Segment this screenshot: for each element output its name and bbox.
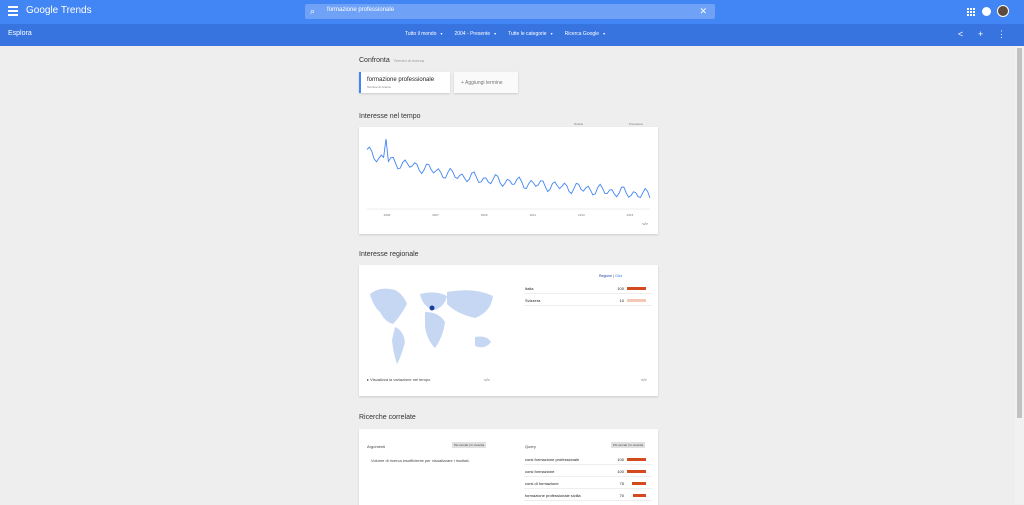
menu-icon[interactable]	[8, 6, 18, 18]
scrollbar-thumb[interactable]	[1017, 48, 1022, 418]
x-tick-label: 2013	[578, 213, 585, 217]
apps-grid-icon[interactable]	[967, 8, 975, 16]
time-variation-link[interactable]: ▸ Visualizza la variazione nel tempo	[367, 377, 437, 383]
notification-icon[interactable]	[982, 7, 991, 16]
share-icon[interactable]: <	[958, 29, 963, 39]
embed-icon[interactable]: </>	[641, 377, 647, 382]
compare-hint: Termini di ricerca	[393, 58, 424, 63]
interest-time-card: Notizie Previsione 2006 2007 2009 2011 2013 2…	[359, 122, 658, 234]
x-tick-label: 2015	[627, 213, 634, 217]
legend-forecast[interactable]: Previsione	[629, 122, 643, 126]
interest-line-chart: 2006 2007 2009 2011 2013 2015	[366, 138, 651, 217]
x-tick-label: 2009	[481, 213, 488, 217]
queries-header: Query	[525, 444, 536, 449]
close-icon[interactable]: ✕	[699, 6, 707, 17]
scrollbar[interactable]	[1015, 46, 1024, 504]
legend-news[interactable]: Notizie	[574, 122, 583, 126]
region-row[interactable]: Svizzera 10	[524, 296, 652, 306]
interest-time-title: Interesse nel tempo	[359, 113, 421, 120]
compare-title: Confronta Termini di ricerca	[359, 57, 424, 64]
more-vert-icon[interactable]: ⋮	[997, 29, 1006, 40]
embed-icon[interactable]: </>	[642, 221, 648, 226]
toggle-city[interactable]: Città	[615, 274, 622, 278]
world-map[interactable]	[365, 282, 500, 372]
search-box[interactable]: ⌕ formazione professionale ✕	[305, 4, 715, 19]
avatar[interactable]	[997, 5, 1009, 17]
top-app-bar: Google Trends ⌕ formazione professionale…	[0, 0, 1024, 24]
series-line	[366, 138, 651, 199]
topics-toggle[interactable]: Più cercati | In crescita	[452, 442, 487, 448]
page-title: Esplora	[8, 30, 32, 37]
add-term-button[interactable]: + Aggiungi termine	[454, 72, 518, 93]
search-icon: ⌕	[310, 6, 316, 16]
related-title: Ricerche correlate	[359, 414, 416, 421]
x-tick-label: 2011	[530, 213, 537, 217]
filter-source[interactable]: Ricerca Google ▾	[565, 31, 605, 37]
embed-icon[interactable]: </>	[484, 377, 490, 382]
query-row[interactable]: corsi formazione 100	[524, 467, 652, 477]
filter-category[interactable]: Tutte le categorie ▾	[508, 31, 552, 37]
term-type: Termine di ricerca	[367, 85, 391, 89]
term-card[interactable]: formazione professionale Termine di rice…	[359, 72, 450, 93]
search-input[interactable]: formazione professionale	[327, 7, 394, 13]
region-row[interactable]: Italia 100	[524, 284, 652, 294]
queries-toggle[interactable]: Più cercati | In crescita	[611, 442, 646, 448]
regional-card: Regione | Città Italia 100 Svizzera 10 ▸ V…	[359, 265, 658, 396]
related-card: Argomenti Più cercati | In crescita Volu…	[359, 429, 658, 505]
add-icon[interactable]: +	[978, 29, 983, 39]
query-row[interactable]: corsi formazione professionale 100	[524, 455, 652, 465]
regional-title: Interesse regionale	[359, 251, 419, 258]
toggle-region[interactable]: Regione	[599, 274, 612, 278]
topics-empty-message: Volume di ricerca insufficiente per visu…	[371, 458, 470, 463]
filter-time[interactable]: 2004 - Presente ▾	[455, 31, 497, 37]
filter-location[interactable]: Tutto il mondo ▾	[405, 31, 443, 37]
x-tick-label: 2006	[384, 213, 391, 217]
term-label: formazione professionale	[367, 77, 435, 83]
query-row[interactable]: corsi di formazione 75	[524, 479, 652, 489]
x-tick-label: 2007	[432, 213, 439, 217]
topics-header: Argomenti	[367, 444, 386, 449]
query-row[interactable]: formazione professionale sicilia 70	[524, 491, 652, 501]
explore-bar: Esplora Tutto il mondo ▾ 2004 - Presente ▾…	[0, 24, 1024, 46]
brand-logo[interactable]: Google Trends	[26, 5, 92, 16]
